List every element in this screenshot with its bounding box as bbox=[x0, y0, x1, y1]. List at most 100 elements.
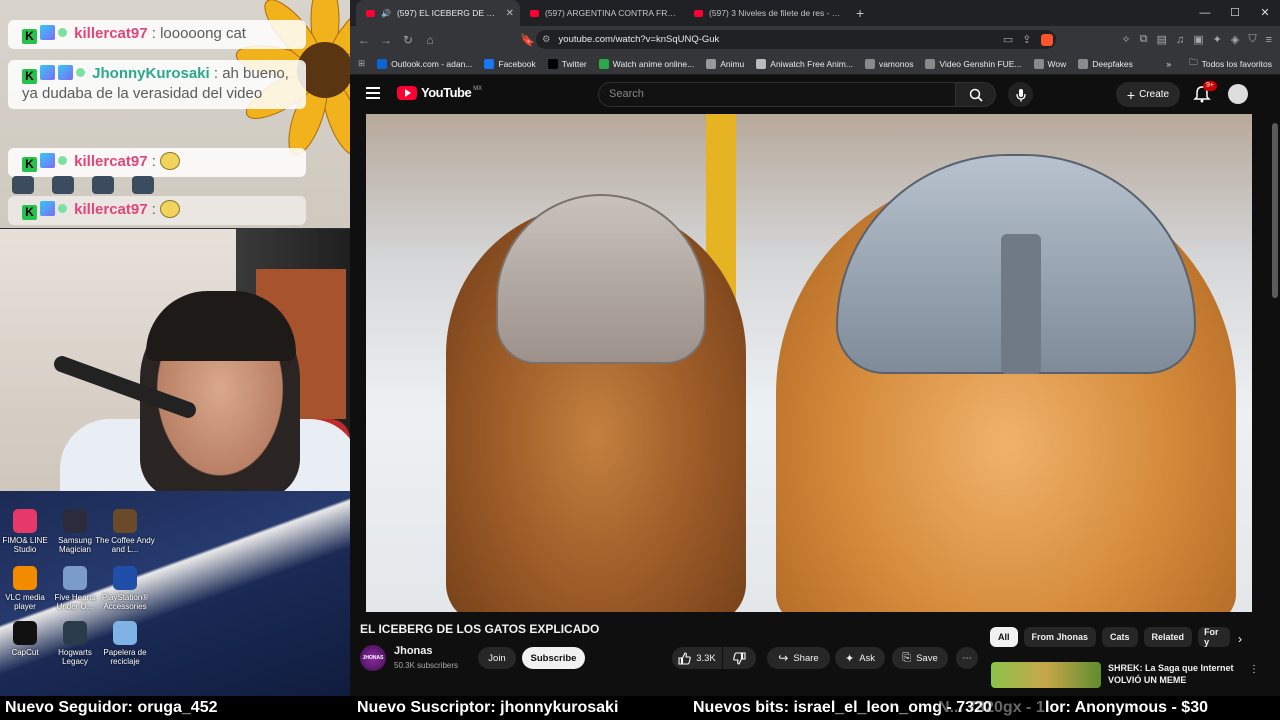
chat-username[interactable]: killercat97 bbox=[74, 201, 147, 218]
maximize-icon[interactable]: ☐ bbox=[1220, 0, 1250, 26]
create-button[interactable]: + Create bbox=[1116, 82, 1180, 107]
search-input[interactable]: Search bbox=[598, 82, 956, 107]
chat-text: : bbox=[151, 153, 156, 170]
desktop-shortcut-label: VLC media player bbox=[5, 593, 45, 611]
chat-username[interactable]: JhonnyKurosaki bbox=[92, 65, 210, 82]
menu-icon[interactable]: ≡ bbox=[1266, 34, 1272, 46]
puzzle-icon[interactable]: ⧉ bbox=[1140, 33, 1148, 46]
brave-shields-icon[interactable] bbox=[1040, 33, 1053, 46]
status-dot-icon bbox=[58, 28, 67, 37]
chip-for-you[interactable]: For y bbox=[1198, 627, 1231, 647]
bookmark-label: Video Genshin FUE... bbox=[939, 58, 1022, 69]
share-button[interactable]: ↪ Share bbox=[767, 647, 830, 669]
tab-argentina[interactable]: (597) ARGENTINA CONTRA FRANCIA bbox=[520, 0, 684, 26]
bookmark-item[interactable]: Outlook.com - adan... bbox=[377, 58, 472, 69]
bookmark-item[interactable]: Deepfakes bbox=[1078, 58, 1133, 69]
bookmark-item[interactable]: Wow bbox=[1033, 58, 1067, 69]
bookmark-icon[interactable]: 🔖 bbox=[520, 33, 535, 47]
account-avatar[interactable] bbox=[1228, 84, 1248, 104]
scrollbar-thumb[interactable] bbox=[1272, 123, 1278, 298]
bookmark-item[interactable]: Twitter bbox=[547, 58, 587, 69]
wallet-icon[interactable]: ▣ bbox=[1193, 33, 1203, 46]
audio-playing-icon[interactable]: 🔊 bbox=[381, 9, 391, 18]
channel-avatar[interactable]: JHONAS bbox=[360, 645, 386, 671]
forward-icon[interactable]: → bbox=[380, 33, 392, 47]
app-icon bbox=[113, 566, 137, 590]
leo-icon[interactable]: ✦ bbox=[1213, 33, 1222, 46]
video-player[interactable] bbox=[366, 114, 1252, 612]
webcam-feed bbox=[0, 229, 356, 491]
bookmark-label: vamonos bbox=[878, 58, 914, 69]
all-bookmarks[interactable]: » 🗀 Todos los favoritos bbox=[1160, 53, 1272, 74]
page-scrollbar[interactable] bbox=[1270, 113, 1280, 696]
sidebar-icon[interactable]: ▤ bbox=[1157, 33, 1167, 46]
youtube-logo[interactable]: YouTube MX bbox=[397, 85, 482, 100]
desktop-shortcut[interactable]: PlayStation® Accessories bbox=[95, 566, 155, 611]
site-info-icon[interactable]: ⚙ bbox=[542, 34, 551, 45]
bookmark-item[interactable]: Aniwatch Free Anim... bbox=[756, 58, 853, 69]
chip-cats[interactable]: Cats bbox=[1102, 627, 1138, 647]
app-icon bbox=[113, 621, 137, 645]
cast-icon[interactable]: ▭ bbox=[1003, 33, 1013, 46]
close-window-icon[interactable]: ✕ bbox=[1250, 0, 1280, 26]
share-icon: ↪ bbox=[778, 651, 789, 665]
status-dot-icon bbox=[58, 156, 67, 165]
chat-username[interactable]: killercat97 bbox=[74, 153, 147, 170]
save-button[interactable]: ⎘ Save bbox=[892, 647, 948, 669]
ask-button[interactable]: ✦ Ask bbox=[835, 647, 885, 669]
extension-icon[interactable]: ✧ bbox=[1122, 33, 1131, 46]
bookmark-item[interactable]: Facebook bbox=[484, 58, 536, 69]
search-button[interactable] bbox=[956, 82, 996, 107]
back-icon[interactable]: ← bbox=[358, 33, 370, 47]
ticker-subscriber: Nuevo Suscriptor: jhonnykurosaki bbox=[357, 699, 619, 716]
chip-all[interactable]: All bbox=[990, 627, 1018, 647]
more-actions-button[interactable]: ⋯ bbox=[956, 647, 978, 669]
desktop-shortcut[interactable]: The Coffee Andy and L... bbox=[95, 509, 155, 554]
channel-name[interactable]: Jhonas bbox=[394, 645, 433, 657]
apps-grid-icon[interactable]: ⊞ bbox=[358, 58, 365, 69]
app-icon bbox=[63, 509, 87, 533]
voice-search-button[interactable] bbox=[1008, 82, 1033, 107]
tab-iceberg[interactable]: 🔊 (597) EL ICEBERG DE LOS GAT ✕ bbox=[356, 0, 520, 26]
tab-filete[interactable]: (597) 3 Niveles de filete de res - YouT bbox=[684, 0, 848, 26]
youtube-play-icon bbox=[397, 85, 417, 100]
recommended-video[interactable]: SHREK: La Saga que Internet VOLVIÓ UN ME… bbox=[991, 662, 1261, 688]
chip-related[interactable]: Related bbox=[1143, 627, 1193, 647]
music-icon[interactable]: ♫ bbox=[1176, 34, 1184, 46]
bookmark-label: Wow bbox=[1047, 58, 1067, 69]
more-vertical-icon[interactable]: ⋮ bbox=[1249, 664, 1259, 675]
url-field[interactable]: ⚙ youtube.com/watch?v=knSqUNQ-Guk bbox=[536, 30, 1056, 49]
desktop-shortcut[interactable]: Papelera de reciclaje bbox=[95, 621, 155, 666]
like-count: 3.3K bbox=[696, 652, 716, 664]
bookmark-item[interactable]: Watch anime online... bbox=[598, 58, 694, 69]
shield-icon[interactable]: ⛉ bbox=[1248, 33, 1256, 46]
chat-username[interactable]: killercat97 bbox=[74, 25, 147, 42]
chat-message: K killercat97 : looooong cat bbox=[8, 20, 306, 49]
chip-from-channel[interactable]: From Jhonas bbox=[1023, 627, 1097, 647]
subscriber-count: 50.3K subscribers bbox=[394, 661, 459, 670]
new-tab-icon[interactable]: + bbox=[856, 5, 864, 21]
recommended-title[interactable]: SHREK: La Saga que Internet VOLVIÓ UN ME… bbox=[1108, 662, 1248, 686]
ticker-donation: lor: Anonymous - $30 bbox=[1045, 699, 1208, 716]
desktop-shortcut-label: Hogwarts Legacy bbox=[58, 648, 92, 666]
subscribe-button[interactable]: Subscribe bbox=[522, 647, 585, 669]
close-tab-icon[interactable]: ✕ bbox=[506, 8, 514, 19]
like-button[interactable]: 3.3K bbox=[672, 647, 722, 669]
hamburger-menu-icon[interactable] bbox=[366, 87, 380, 99]
chevron-right-icon[interactable]: » bbox=[1166, 59, 1171, 69]
bookmark-item[interactable]: vamonos bbox=[864, 58, 914, 69]
join-button[interactable]: Join bbox=[478, 647, 516, 669]
reload-icon[interactable]: ↻ bbox=[402, 33, 414, 47]
desktop-shortcut-label: CapCut bbox=[11, 648, 39, 657]
bookmark-item[interactable]: Video Genshin FUE... bbox=[925, 58, 1022, 69]
dislike-button[interactable] bbox=[723, 647, 756, 669]
home-icon[interactable]: ⌂ bbox=[424, 33, 436, 47]
minimize-icon[interactable]: — bbox=[1190, 0, 1220, 26]
emote-icon bbox=[160, 152, 181, 170]
share-page-icon[interactable]: ⇪ bbox=[1022, 33, 1031, 46]
notifications-count: 9+ bbox=[1203, 81, 1217, 91]
vpn-icon[interactable]: ◈ bbox=[1231, 33, 1239, 46]
recommended-thumbnail[interactable] bbox=[991, 662, 1101, 688]
chevron-right-icon[interactable]: › bbox=[1238, 632, 1242, 646]
bookmark-item[interactable]: Animu bbox=[706, 58, 744, 69]
